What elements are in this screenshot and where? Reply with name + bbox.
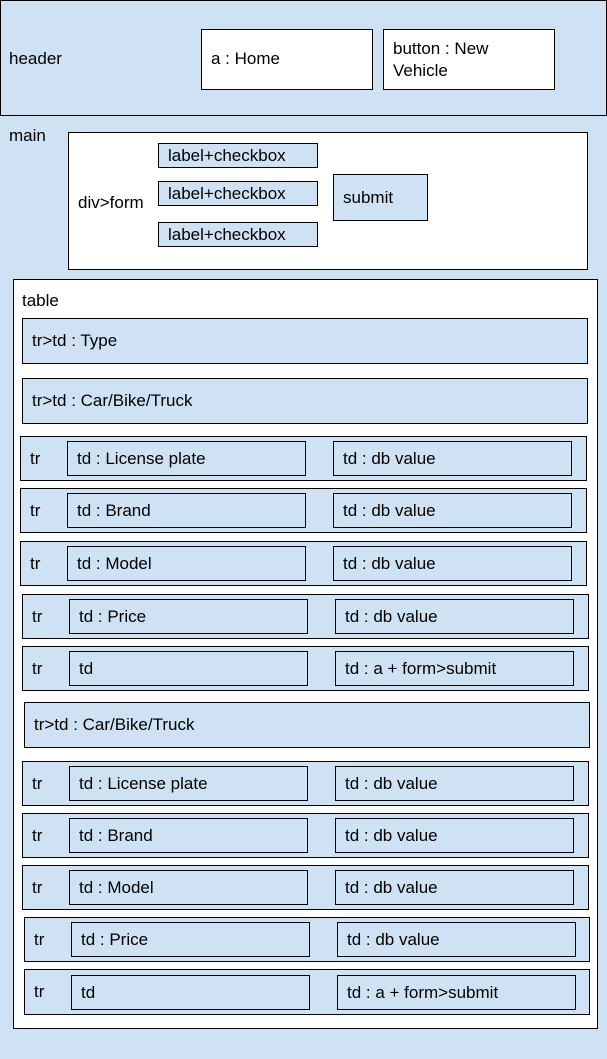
key-cell-text: td : License plate xyxy=(77,448,206,468)
value-cell: td : db value xyxy=(333,493,572,528)
value-cell-text: td : db value xyxy=(345,606,438,626)
key-cell-price: td : Price xyxy=(69,599,308,634)
value-cell: td : db value xyxy=(335,818,574,853)
key-cell-text: td : Brand xyxy=(77,500,151,520)
new-vehicle-button-label: button : New Vehicle xyxy=(393,39,489,80)
checkbox-3[interactable]: label+checkbox xyxy=(158,222,318,247)
key-cell-empty: td xyxy=(71,975,310,1010)
tr-label: tr xyxy=(32,658,43,678)
tr-label: tr xyxy=(34,982,45,1001)
tr-label: tr xyxy=(32,825,43,845)
form-label: div>form xyxy=(78,193,144,212)
key-cell-brand: td : Brand xyxy=(67,493,306,528)
key-cell-brand: td : Brand xyxy=(69,818,308,853)
form-submit-button[interactable]: submit xyxy=(333,174,428,221)
action-cell[interactable]: td : a + form>submit xyxy=(335,651,574,686)
main-label: main xyxy=(9,126,46,145)
group-1-heading-label: tr>td : Car/Bike/Truck xyxy=(32,391,193,410)
header-label: header xyxy=(9,49,62,68)
value-cell-text: td : db value xyxy=(343,553,436,573)
new-vehicle-button[interactable]: button : New Vehicle xyxy=(383,29,555,90)
type-row-label: tr>td : Type xyxy=(32,331,118,350)
key-cell-price: td : Price xyxy=(71,922,310,957)
key-cell-empty: td xyxy=(69,651,308,686)
key-cell-model: td : Model xyxy=(67,546,306,581)
table-label: table xyxy=(22,291,59,310)
value-cell-text: td : db value xyxy=(345,877,438,897)
group-1-heading: tr>td : Car/Bike/Truck xyxy=(22,378,588,424)
key-cell-text: td : Model xyxy=(77,553,152,573)
key-cell-text: td : Price xyxy=(81,929,149,949)
key-cell-text: td : Model xyxy=(79,877,154,897)
value-cell-text: td : db value xyxy=(345,825,438,845)
tr-label: tr xyxy=(32,606,43,626)
filter-form: div>form xyxy=(68,132,588,270)
key-cell-text: td xyxy=(79,658,94,678)
checkbox-1-label: label+checkbox xyxy=(168,145,286,165)
diagram-canvas: { "header": { "label": "header", "home_l… xyxy=(0,0,607,1059)
tr-label: tr xyxy=(30,553,41,573)
key-cell-model: td : Model xyxy=(69,870,308,905)
key-cell-text: td : License plate xyxy=(79,773,208,793)
value-cell: td : db value xyxy=(335,599,574,634)
checkbox-2[interactable]: label+checkbox xyxy=(158,181,318,206)
value-cell: td : db value xyxy=(335,766,574,801)
key-cell-license-plate: td : License plate xyxy=(67,441,306,476)
tr-label: tr xyxy=(32,773,43,793)
value-cell: td : db value xyxy=(335,870,574,905)
value-cell-text: td : db value xyxy=(347,929,440,949)
key-cell-text: td : Price xyxy=(79,606,147,626)
value-cell-text: td : db value xyxy=(343,448,436,468)
action-cell-text: td : a + form>submit xyxy=(347,982,499,1002)
group-2-heading: tr>td : Car/Bike/Truck xyxy=(24,702,590,748)
action-cell-text: td : a + form>submit xyxy=(345,658,497,678)
key-cell-text: td xyxy=(81,982,96,1002)
value-cell: td : db value xyxy=(337,922,576,957)
type-row: tr>td : Type xyxy=(22,318,588,364)
key-cell-text: td : Brand xyxy=(79,825,153,845)
home-link-label: a : Home xyxy=(211,49,280,68)
value-cell: td : db value xyxy=(333,441,572,476)
tr-label: tr xyxy=(32,877,43,897)
checkbox-2-label: label+checkbox xyxy=(168,183,286,203)
value-cell-text: td : db value xyxy=(343,500,436,520)
tr-label: tr xyxy=(30,448,41,468)
group-2-heading-label: tr>td : Car/Bike/Truck xyxy=(34,715,195,734)
checkbox-3-label: label+checkbox xyxy=(168,224,286,244)
checkbox-1[interactable]: label+checkbox xyxy=(158,143,318,168)
tr-label: tr xyxy=(34,929,45,949)
form-submit-label: submit xyxy=(343,187,394,207)
key-cell-license-plate: td : License plate xyxy=(69,766,308,801)
tr-label: tr xyxy=(30,500,41,520)
value-cell: td : db value xyxy=(333,546,572,581)
home-link[interactable]: a : Home xyxy=(201,29,373,90)
action-cell[interactable]: td : a + form>submit xyxy=(337,975,576,1010)
value-cell-text: td : db value xyxy=(345,773,438,793)
